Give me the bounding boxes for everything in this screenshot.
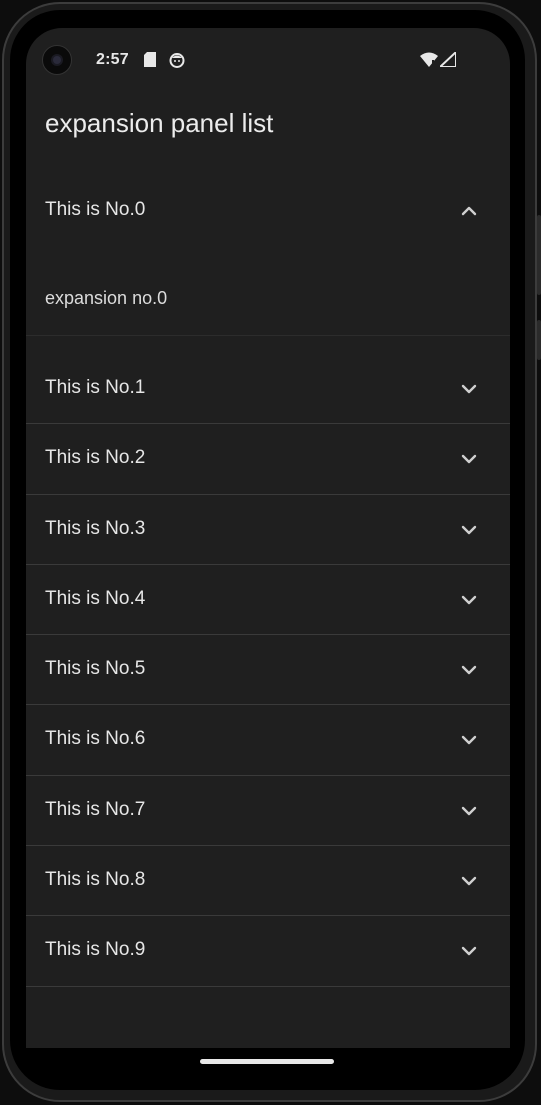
face-icon <box>169 53 185 68</box>
panel-title: This is No.8 <box>45 869 146 891</box>
expansion-panel-6: This is No.6 <box>26 705 510 776</box>
panel-header-2[interactable]: This is No.2 <box>26 424 510 494</box>
chevron-down-icon[interactable] <box>460 450 478 468</box>
chevron-down-icon[interactable] <box>460 521 478 539</box>
power-button <box>537 215 541 295</box>
chevron-down-icon[interactable] <box>460 661 478 679</box>
signal-icon <box>440 52 456 67</box>
expansion-panel-list: This is No.0 expansion no.0 This is No.1 <box>26 176 510 987</box>
chevron-down-icon[interactable] <box>460 731 478 749</box>
status-time: 2:57 <box>96 51 129 68</box>
sd-card-icon <box>144 52 156 67</box>
chevron-down-icon[interactable] <box>460 802 478 820</box>
panel-title: This is No.3 <box>45 517 146 539</box>
expansion-panel-9: This is No.9 <box>26 916 510 987</box>
chevron-down-icon[interactable] <box>460 872 478 890</box>
panel-title: This is No.4 <box>45 587 146 609</box>
expansion-panel-4: This is No.4 <box>26 565 510 636</box>
panel-header-0[interactable]: This is No.0 <box>26 176 510 246</box>
home-indicator[interactable] <box>200 1059 334 1064</box>
camera-icon <box>42 45 72 75</box>
panel-header-9[interactable]: This is No.9 <box>26 916 510 986</box>
chevron-up-icon[interactable] <box>460 202 478 220</box>
panel-title: This is No.0 <box>45 199 146 220</box>
panel-title: This is No.9 <box>45 939 146 961</box>
panel-header-5[interactable]: This is No.5 <box>26 635 510 705</box>
volume-button <box>537 320 541 360</box>
device: 2:57 expansion panel list This is No.0 e… <box>0 0 541 1105</box>
chevron-down-icon[interactable] <box>460 380 478 398</box>
panel-title: This is No.5 <box>45 658 146 680</box>
expansion-panel-0: This is No.0 expansion no.0 <box>26 176 510 336</box>
panel-title: This is No.2 <box>45 447 146 469</box>
panel-body-0: expansion no.0 <box>45 288 168 308</box>
expansion-panel-5: This is No.5 <box>26 635 510 706</box>
expansion-panel-7: This is No.7 <box>26 776 510 847</box>
panel-header-1[interactable]: This is No.1 <box>26 354 510 424</box>
expansion-panel-8: This is No.8 <box>26 846 510 917</box>
chevron-down-icon[interactable] <box>460 591 478 609</box>
expansion-panel-2: This is No.2 <box>26 424 510 495</box>
screen: 2:57 expansion panel list This is No.0 e… <box>26 28 510 1048</box>
panel-header-7[interactable]: This is No.7 <box>26 776 510 846</box>
panel-header-6[interactable]: This is No.6 <box>26 705 510 775</box>
panel-title: This is No.6 <box>45 728 146 750</box>
expansion-panel-3: This is No.3 <box>26 495 510 565</box>
expansion-panel-1: This is No.1 <box>26 354 510 425</box>
wifi-icon <box>420 52 438 67</box>
chevron-down-icon[interactable] <box>460 942 478 960</box>
app-bar-title: expansion panel list <box>45 108 274 138</box>
panel-header-8[interactable]: This is No.8 <box>26 846 510 916</box>
panel-header-3[interactable]: This is No.3 <box>26 495 510 565</box>
panel-header-4[interactable]: This is No.4 <box>26 565 510 635</box>
panel-title: This is No.7 <box>45 798 146 820</box>
status-bar: 2:57 <box>26 28 510 92</box>
panel-title: This is No.1 <box>45 377 146 398</box>
